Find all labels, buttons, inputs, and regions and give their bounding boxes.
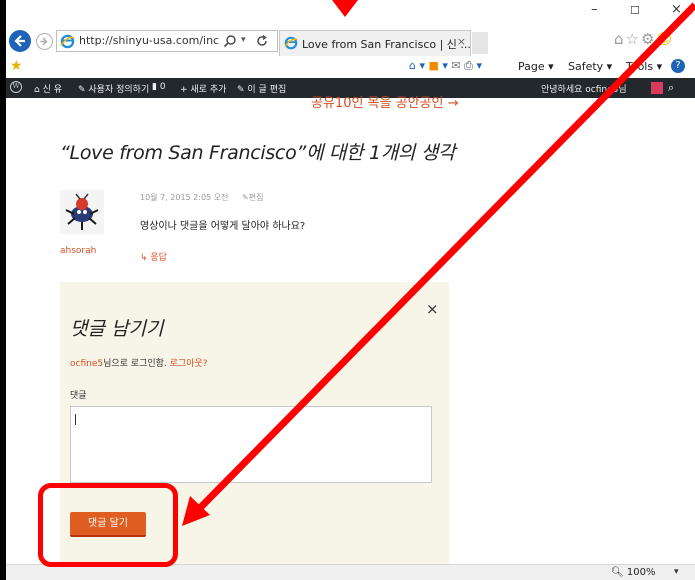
page-menu[interactable]: Page ▾ bbox=[518, 60, 554, 73]
address-bar[interactable]: http://shinyu-usa.com/inc ▾ bbox=[56, 30, 278, 52]
comment-field-label: 댓글 bbox=[70, 391, 87, 401]
reply-link[interactable]: ↳ 응답 bbox=[140, 250, 167, 263]
zoom-label: 100% bbox=[626, 567, 656, 578]
edit-pencil-icon: ✎ bbox=[242, 193, 249, 202]
safety-menu[interactable]: Safety ▾ bbox=[568, 60, 612, 73]
maximize-button[interactable]: ☐ bbox=[630, 4, 640, 17]
admin-edit-post[interactable]: ✎ 이 글 편집 bbox=[237, 82, 286, 95]
forward-button[interactable] bbox=[36, 33, 53, 50]
admin-new[interactable]: + 새로 추가 bbox=[180, 82, 226, 95]
comment-edit-link[interactable]: ✎편집 bbox=[242, 192, 263, 203]
comment-text: 영상이나 댓글을 어떻게 달아야 하나요? bbox=[140, 221, 306, 232]
command-icons: ⌂ ▾ ■ ▾ ✉ ⎙ ▾ bbox=[409, 59, 482, 72]
comment-textarea[interactable] bbox=[70, 406, 432, 483]
text-caret bbox=[75, 414, 76, 425]
zoom-icon: 🔍︎ bbox=[611, 567, 627, 578]
admin-customize[interactable]: ✎ 사용자 정의하기 bbox=[78, 82, 149, 95]
favorites-icon[interactable]: ☆ bbox=[626, 30, 641, 48]
comment-edit-label: 편집 bbox=[248, 193, 264, 202]
admin-comments-count: 0 bbox=[159, 82, 166, 92]
comment-bubble-icon: ▮ bbox=[152, 82, 160, 92]
address-url[interactable]: http://shinyu-usa.com/inc bbox=[79, 34, 219, 47]
address-dropdown-icon[interactable]: ▾ bbox=[241, 35, 246, 45]
tab-love-from-san-francisco[interactable]: Love from San Francisco | 신 ... × bbox=[279, 30, 471, 56]
tab-title: Love from San Francisco | 신 ... bbox=[302, 38, 471, 51]
ie-tab-icon bbox=[284, 36, 298, 50]
pencil-icon: ✎ bbox=[237, 85, 248, 95]
home-admin-icon: ⌂ bbox=[34, 85, 43, 95]
commenter-avatar bbox=[60, 190, 104, 234]
top-arrow-annotation bbox=[332, 0, 358, 17]
admin-customize-label: 사용자 정의하기 bbox=[88, 85, 150, 95]
admin-edit-label: 이 글 편집 bbox=[247, 85, 287, 95]
smiley-icon[interactable]: ☺ bbox=[656, 30, 674, 48]
home-cmd-icon[interactable]: ⌂ bbox=[409, 59, 416, 72]
add-favorites-icon[interactable]: ★ bbox=[10, 58, 23, 74]
admin-comments[interactable]: ▮ 0 bbox=[152, 82, 166, 92]
forward-arrow-icon bbox=[40, 37, 48, 46]
address-row: – ☐ × http://shinyu-usa.com/inc ▾ Love f… bbox=[6, 2, 695, 56]
comment-date[interactable]: 10월 7, 2015 2:05 오전 bbox=[140, 192, 228, 203]
mail-icon[interactable]: ✉ bbox=[451, 59, 460, 72]
back-arrow-icon bbox=[14, 35, 25, 47]
wordpress-icon[interactable]: W bbox=[10, 81, 22, 93]
comment-author[interactable]: ahsorah bbox=[60, 246, 96, 256]
commenter-avatar-image bbox=[60, 190, 104, 234]
settings-icon[interactable]: ⚙ bbox=[641, 30, 656, 48]
admin-howdy[interactable]: 안녕하세요 ocfine5님 bbox=[541, 82, 627, 95]
minimize-button[interactable]: – bbox=[591, 2, 598, 17]
tab-close-icon[interactable]: × bbox=[457, 35, 466, 48]
admin-search-icon[interactable]: ⌕ bbox=[668, 81, 674, 95]
admin-avatar[interactable] bbox=[651, 82, 663, 94]
comment-form-title: 댓글 남기기 bbox=[70, 318, 164, 340]
close-window-button[interactable]: × bbox=[671, 2, 682, 17]
logged-in-text: 님으로 로그인함. bbox=[103, 359, 170, 369]
previous-post-link[interactable]: 공유10인 목을 공안공인 → bbox=[311, 92, 458, 111]
browser-window: – ☐ × http://shinyu-usa.com/inc ▾ Love f… bbox=[0, 0, 695, 580]
close-form-icon[interactable]: × bbox=[426, 300, 439, 318]
print-icon[interactable]: ⎙ bbox=[464, 59, 473, 72]
reply-label: 응답 bbox=[150, 253, 167, 263]
help-icon[interactable]: ? bbox=[671, 59, 685, 73]
logged-in-notice: ocfine5님으로 로그인함. 로그아웃? bbox=[70, 356, 208, 369]
rss-icon[interactable]: ■ bbox=[429, 59, 439, 72]
comments-heading: “Love from San Francisco”에 대한 1개의 생각 bbox=[60, 142, 456, 164]
new-tab-button[interactable] bbox=[472, 32, 488, 54]
profile-link[interactable]: ocfine5 bbox=[70, 359, 103, 369]
logout-link[interactable]: 로그아웃? bbox=[170, 359, 208, 369]
reply-arrow-icon: ↳ bbox=[140, 253, 151, 263]
brush-icon: ✎ bbox=[78, 85, 89, 95]
home-icon[interactable]: ⌂ bbox=[614, 30, 626, 48]
zoom-level[interactable]: 🔍︎ 100% bbox=[611, 567, 655, 578]
admin-site-label: 신 유 bbox=[42, 85, 62, 95]
toolbar-icons: ⌂☆⚙☺ bbox=[614, 30, 674, 48]
highlight-box-annotation bbox=[38, 483, 178, 567]
ie-icon bbox=[60, 34, 75, 49]
command-bar: ★ ⌂ ▾ ■ ▾ ✉ ⎙ ▾ Page ▾ Safety ▾ Tools ▾ … bbox=[6, 56, 695, 78]
zoom-dropdown-icon[interactable]: ▾ bbox=[674, 567, 679, 577]
back-button[interactable] bbox=[9, 30, 31, 52]
tools-menu[interactable]: Tools ▾ bbox=[626, 60, 662, 73]
admin-site-name[interactable]: ⌂ 신 유 bbox=[34, 82, 62, 95]
search-icon[interactable] bbox=[223, 34, 237, 48]
refresh-icon[interactable] bbox=[255, 34, 269, 48]
